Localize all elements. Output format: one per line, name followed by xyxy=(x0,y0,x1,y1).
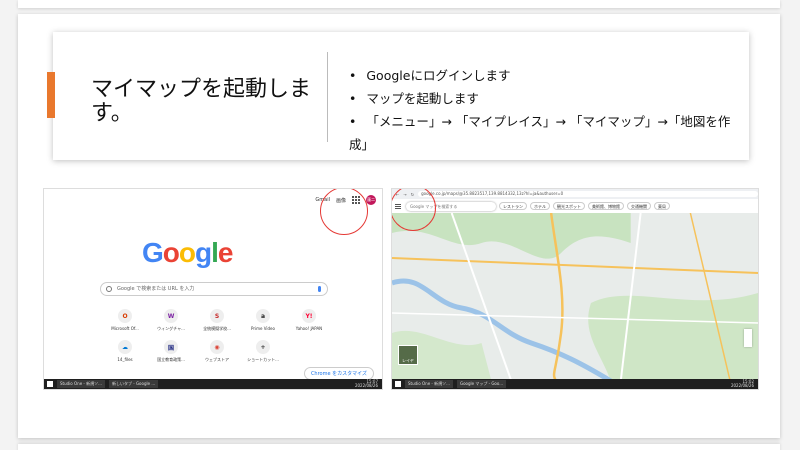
shortcut-tile[interactable]: W ウィングチャ... xyxy=(148,309,194,332)
search-placeholder: Google で検索または URL を入力 xyxy=(117,286,195,292)
taskbar: Studio One - 新規ソ... 新しいタブ - Google ... 1… xyxy=(44,379,382,389)
category-chip[interactable]: レストラン xyxy=(499,202,527,210)
taskbar: Studio One - 新規ソ... Google マップ - Goo... … xyxy=(392,379,758,389)
amazon-icon: a xyxy=(256,309,270,323)
bullet-item: マップを起動します xyxy=(349,87,749,110)
shortcut-tile[interactable]: a Prime Video xyxy=(240,309,286,332)
accent-bar xyxy=(47,72,55,118)
category-chip[interactable]: 薬局 xyxy=(654,202,670,210)
title-divider xyxy=(327,52,328,142)
shortcut-label: ウィングチャ... xyxy=(157,326,185,331)
school-icon: S xyxy=(210,309,224,323)
wing-icon: W xyxy=(164,309,178,323)
shortcut-tile[interactable]: ☁ 14_files xyxy=(102,340,148,363)
highlight-circle xyxy=(320,189,368,235)
account-avatar[interactable]: 蓮二 xyxy=(366,195,376,205)
taskbar-item[interactable]: Studio One - 新規ソ... xyxy=(405,380,453,388)
cloud-icon: ☁ xyxy=(118,340,132,354)
office-icon: O xyxy=(118,309,132,323)
shortcut-tile[interactable]: 国国立教育政策... xyxy=(148,340,194,363)
slide-title: マイマップを起動します。 xyxy=(91,77,312,126)
search-icon xyxy=(106,286,112,292)
google-logo: Google xyxy=(142,237,233,268)
slide: マイマップを起動します。 Googleにログインします マップを起動します 「メ… xyxy=(18,14,780,438)
next-slide-edge xyxy=(18,444,780,450)
taskbar-item[interactable]: 新しいタブ - Google ... xyxy=(108,380,159,388)
chrome-newtab-screenshot: Gmail 画像 蓮二 Google Google で検索または URL を入力… xyxy=(43,188,383,390)
webstore-icon: ◉ xyxy=(210,340,224,354)
shortcut-tile[interactable]: O Microsoft Of... xyxy=(102,309,148,332)
map-canvas[interactable] xyxy=(392,213,758,381)
category-chip[interactable]: 美術館、博物館 xyxy=(588,202,624,210)
shortcut-grid: O Microsoft Of... W ウィングチャ... S 全統模擬学校... a… xyxy=(102,309,332,363)
plus-icon: + xyxy=(256,340,270,354)
bullet-list: Googleにログインします マップを起動します 「メニュー」→ 「マイプレイス… xyxy=(349,64,749,156)
shortcut-tile[interactable]: Y! Yahoo! JAPAN xyxy=(286,309,332,332)
shortcut-label: Yahoo! JAPAN xyxy=(295,326,323,331)
shortcut-label: ウェブストア xyxy=(205,357,229,362)
title-card: マイマップを起動します。 Googleにログインします マップを起動します 「メ… xyxy=(47,32,749,160)
previous-slide-edge xyxy=(18,0,780,8)
taskbar-clock: 15:07 2022/08/26 xyxy=(354,379,378,388)
category-chip[interactable]: 交通機関 xyxy=(627,202,651,210)
bullet-item: Googleにログインします xyxy=(349,64,749,87)
windows-start-icon[interactable] xyxy=(395,381,401,387)
category-chip[interactable]: 観光スポット xyxy=(553,202,585,210)
url-field[interactable]: google.co.jp/maps/@35.8823517,139.881433… xyxy=(418,191,758,197)
shortcut-tile[interactable]: S 全統模擬学校... xyxy=(194,309,240,332)
shortcut-label: 14_files xyxy=(117,357,133,362)
category-chip[interactable]: ホテル xyxy=(530,202,550,210)
taskbar-clock: 15:02 2022/08/26 xyxy=(730,379,754,388)
shortcut-label: 国立教育政策... xyxy=(157,357,185,362)
google-maps-screenshot: ← → ↻ google.co.jp/maps/@35.8823517,139.… xyxy=(391,188,759,390)
yahoo-icon: Y! xyxy=(302,309,316,323)
taskbar-item[interactable]: Studio One - 新規ソ... xyxy=(57,380,105,388)
shortcut-label: ショートカット... xyxy=(247,357,279,362)
maps-toolbar: Google マップを検索する レストラン ホテル 観光スポット 美術館、博物館… xyxy=(392,199,758,213)
bullet-item: 「メニュー」→ 「マイプレイス」→ 「マイマップ」→「地図を作成」 xyxy=(349,110,749,156)
shortcut-label: Prime Video xyxy=(251,326,275,331)
windows-start-icon[interactable] xyxy=(47,381,53,387)
mic-icon[interactable] xyxy=(318,286,321,292)
shortcut-label: Microsoft Of... xyxy=(111,326,139,331)
shortcut-label: 全統模擬学校... xyxy=(203,326,231,331)
search-input[interactable]: Google で検索または URL を入力 xyxy=(100,282,328,296)
browser-address-bar: ← → ↻ google.co.jp/maps/@35.8823517,139.… xyxy=(392,189,758,199)
add-shortcut-tile[interactable]: + ショートカット... xyxy=(240,340,286,363)
nier-icon: 国 xyxy=(164,340,178,354)
layers-button[interactable]: レイヤ xyxy=(398,345,418,365)
taskbar-item[interactable]: Google マップ - Goo... xyxy=(456,380,507,388)
shortcut-tile[interactable]: ◉ ウェブストア xyxy=(194,340,240,363)
zoom-control[interactable] xyxy=(744,329,752,347)
